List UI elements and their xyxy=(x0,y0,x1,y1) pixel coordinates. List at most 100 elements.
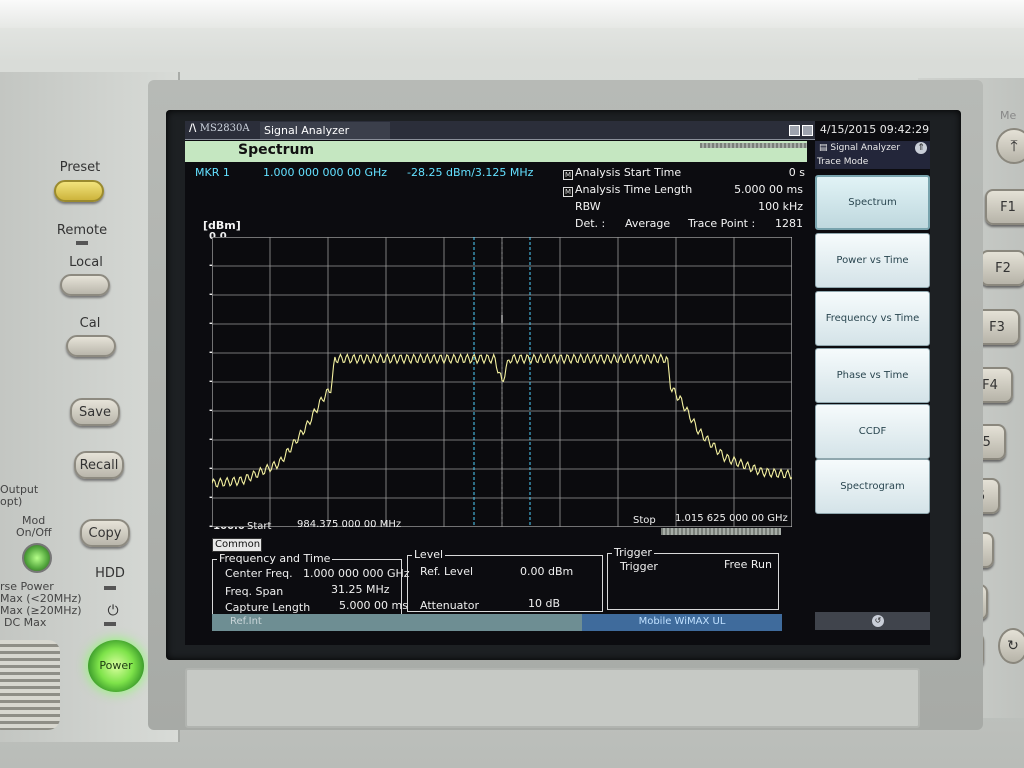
softmenu-title: ▤ Signal Analyzer xyxy=(819,143,900,153)
stop-value: 1.015 625 000 00 GHz xyxy=(675,513,788,524)
analyzer-screen: /\ MS2830A Signal Analyzer 4/15/2015 09:… xyxy=(185,121,930,645)
save-button[interactable]: Save xyxy=(70,398,120,426)
trigger-box[interactable]: Trigger Trigger Free Run xyxy=(607,546,779,610)
analysis-length-value: 5.000 00 ms xyxy=(734,183,803,196)
remote-label: Remote xyxy=(56,223,108,238)
hdd-led xyxy=(104,586,116,590)
spectrum-plot: 1 xyxy=(211,228,793,528)
rbw-label: RBW xyxy=(575,200,601,213)
softkey-spectrum[interactable]: Spectrum xyxy=(815,175,930,230)
common-tab[interactable]: Common xyxy=(212,538,262,552)
mod-onoff-button[interactable] xyxy=(22,543,52,573)
mode-title: Spectrum xyxy=(238,142,315,158)
capture-length-label: Capture Length xyxy=(225,601,311,614)
status-ref-int: Ref.Int xyxy=(212,614,582,631)
f2-key[interactable]: F2 xyxy=(980,250,1024,286)
preset-button[interactable] xyxy=(54,180,104,202)
datetime: 4/15/2015 09:42:29 xyxy=(819,123,930,136)
status-standard: Mobile WiMAX UL xyxy=(638,616,726,627)
copy-button[interactable]: Copy xyxy=(80,519,130,547)
center-freq-label: Center Freq. xyxy=(225,567,293,580)
rotate-icon[interactable]: ↻ xyxy=(998,628,1024,664)
standby-led xyxy=(104,622,116,626)
bezel-bottom-strip xyxy=(185,668,920,728)
opt-label: opt) xyxy=(0,495,23,508)
trigger-value: Free Run xyxy=(724,558,772,571)
analysis-length-label: M Analysis Time Length xyxy=(563,183,692,197)
window-title: Signal Analyzer xyxy=(260,122,390,139)
anritsu-logo-icon: /\ xyxy=(189,123,200,134)
stop-label: Stop xyxy=(633,515,656,526)
app-model: MS2830A xyxy=(199,123,250,134)
window-titlebar: /\ MS2830A Signal Analyzer xyxy=(185,121,815,140)
scroll-indicator xyxy=(661,528,781,535)
menu-label-partial: Me xyxy=(1000,109,1017,122)
softkey-spectrogram[interactable]: Spectrogram xyxy=(815,459,930,514)
cal-label: Cal xyxy=(79,316,101,331)
menu-icon: ▤ xyxy=(819,143,831,153)
level-title: Level xyxy=(412,548,446,561)
level-box[interactable]: Level Ref. Level 0.00 dBm Attenuator 10 … xyxy=(407,548,603,612)
analysis-start-label: M Analysis Start Time xyxy=(563,166,681,180)
rf-connector xyxy=(0,640,60,730)
instrument-photo: Preset Remote Local Cal Save Recall Copy… xyxy=(0,0,1024,768)
status-bar: Ref.Int Mobile WiMAX UL xyxy=(212,614,782,631)
freq-span-label: Freq. Span xyxy=(225,585,284,598)
spectrum-chart: 1 xyxy=(211,228,793,528)
capture-length-value: 5.000 00 ms xyxy=(339,599,408,612)
marker-freq: 1.000 000 000 00 GHz xyxy=(263,166,388,179)
attenuator-label: Attenuator xyxy=(420,599,479,612)
softmenu-subtitle: Trace Mode xyxy=(817,157,869,167)
standby-icon: ⏻ xyxy=(107,603,119,619)
restore-icon[interactable] xyxy=(802,125,813,136)
softmenu-footer: ↺ xyxy=(815,612,930,630)
ref-level-value: 0.00 dBm xyxy=(520,565,574,578)
softmenu-header: ▤ Signal Analyzer Trace Mode ⇑ xyxy=(815,141,930,169)
analysis-start-text: Analysis Start Time xyxy=(575,166,682,179)
app-name: /\ MS2830A xyxy=(189,123,250,134)
m-icon: M xyxy=(563,170,573,180)
softkey-power-vs-time[interactable]: Power vs Time xyxy=(815,233,930,288)
top-menu-icon[interactable]: ⤒ xyxy=(996,128,1024,164)
marker-label: MKR 1 xyxy=(195,166,230,179)
rbw-value: 100 kHz xyxy=(758,200,803,213)
trigger-label: Trigger xyxy=(620,560,658,573)
softkey-ccdf[interactable]: CCDF xyxy=(815,404,930,459)
attenuator-value: 10 dB xyxy=(528,597,561,610)
top-edge xyxy=(0,0,1024,28)
det-value: Average xyxy=(625,217,671,230)
local-button[interactable] xyxy=(60,274,110,296)
onoff-label: On/Off xyxy=(16,526,52,539)
recall-button[interactable]: Recall xyxy=(74,451,124,479)
remote-led xyxy=(76,241,88,245)
trace-point-value: 1281 xyxy=(775,217,803,230)
center-freq-value: 1.000 000 000 GHz xyxy=(303,567,410,580)
local-label: Local xyxy=(69,255,103,270)
mode-title-bar: Spectrum xyxy=(185,141,807,162)
power-label: Power xyxy=(99,659,133,672)
analysis-start-value: 0 s xyxy=(788,166,805,179)
softmenu-title-text: Signal Analyzer xyxy=(830,143,901,153)
softkey-phase-vs-time[interactable]: Phase vs Time xyxy=(815,348,930,403)
trace-point-label: Trace Point : xyxy=(688,217,756,230)
frequency-time-title: Frequency and Time xyxy=(217,552,333,565)
trigger-title: Trigger xyxy=(612,546,654,559)
menu-up-icon[interactable]: ⇑ xyxy=(915,142,927,154)
ref-level-label: Ref. Level xyxy=(420,565,474,578)
cal-button[interactable] xyxy=(66,335,116,357)
menu-back-icon[interactable]: ↺ xyxy=(872,615,884,627)
frequency-time-box[interactable]: Frequency and Time Center Freq. 1.000 00… xyxy=(212,552,410,616)
freq-span-value: 31.25 MHz xyxy=(331,583,390,596)
f1-key[interactable]: F1 xyxy=(985,189,1024,225)
start-label: Start xyxy=(247,521,272,532)
marker-value: -28.25 dBm/3.125 MHz xyxy=(407,166,534,179)
preset-label: Preset xyxy=(59,160,101,175)
softkey-frequency-vs-time[interactable]: Frequency vs Time xyxy=(815,291,930,346)
start-value: 984.375 000 00 MHz xyxy=(297,519,402,530)
hdd-label: HDD xyxy=(95,566,125,581)
m-icon: M xyxy=(563,187,573,197)
minimize-icon[interactable] xyxy=(789,125,800,136)
det-label: Det. : xyxy=(575,217,606,230)
progress-indicator xyxy=(700,143,807,148)
analysis-length-text: Analysis Time Length xyxy=(575,183,693,196)
